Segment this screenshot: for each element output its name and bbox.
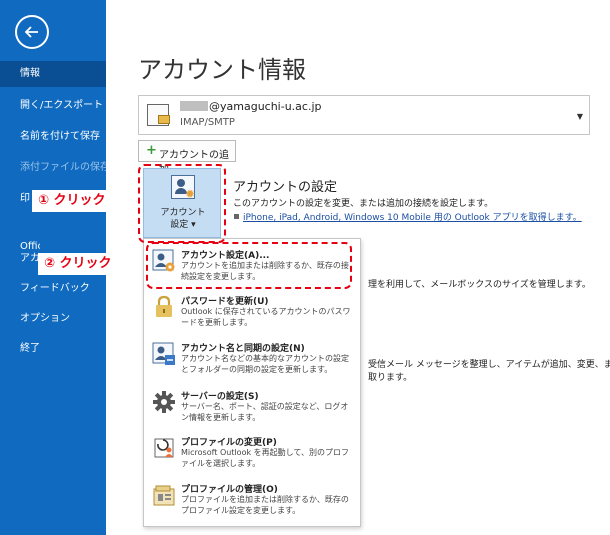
sidebar-item-info[interactable]: 情報	[0, 61, 106, 87]
menu-item-update-password[interactable]: パスワードを更新(U) Outlook に保存されているアカウントのパスワードを…	[144, 291, 360, 335]
sidebar-item-open-export[interactable]: 開く/エクスポート	[0, 93, 106, 119]
account-email: @yamaguchi-u.ac.jp	[180, 100, 322, 113]
back-arrow-icon	[24, 26, 38, 38]
plus-icon: +	[146, 143, 157, 158]
menu-item-description: Microsoft Outlook を再起動して、別のプロファイルを選択します。	[181, 448, 349, 468]
menu-item-account-sync[interactable]: アカウント名と同期の設定(N) アカウント名などの基本的なアカウントの設定とフォ…	[144, 338, 360, 382]
profile-manage-icon	[153, 485, 175, 506]
account-sync-icon	[152, 342, 175, 365]
sidebar-item-save-as[interactable]: 名前を付けて保存	[0, 124, 106, 150]
outlook-app-link[interactable]: iPhone, iPad, Android, Windows 10 Mobile…	[234, 210, 582, 223]
section-title: アカウントの設定	[233, 180, 338, 195]
account-card-icon	[147, 104, 170, 126]
annotation-step2-label: ② クリック	[38, 253, 118, 275]
sidebar-item-save-attachments: 添付ファイルの保存	[20, 162, 106, 173]
annotation-step1-label: ① クリック	[32, 190, 112, 212]
chevron-down-icon: ▼	[576, 112, 583, 121]
menu-item-description: アカウント名などの基本的なアカウントの設定とフォルダーの同期の設定を更新します。	[181, 354, 349, 374]
page-title: アカウント情報	[138, 56, 306, 84]
rules-description-line1: 受信メール メッセージを整理し、アイテムが追加、変更、また	[368, 360, 610, 370]
annotation-highlight-step1	[138, 164, 226, 243]
add-account-button[interactable]: + アカウントの追加	[138, 140, 236, 176]
menu-item-server-settings[interactable]: サーバーの設定(S) サーバー名、ポート、認証の設定など、ログオン情報を更新しま…	[144, 386, 360, 430]
sidebar-item-exit[interactable]: 終了	[0, 336, 106, 362]
menu-item-manage-profiles[interactable]: プロファイルの管理(O) プロファイルを追加または削除するか、既存のプロファイル…	[144, 479, 360, 523]
menu-item-change-profile[interactable]: プロファイルの変更(P) Microsoft Outlook を再起動して、別の…	[144, 432, 360, 476]
account-type: IMAP/SMTP	[180, 117, 235, 128]
gear-icon	[153, 391, 175, 413]
email-redaction	[180, 101, 208, 111]
rules-description-line2: 取ります。	[368, 373, 413, 383]
back-button[interactable]	[15, 15, 49, 49]
annotation-highlight-step2	[146, 242, 352, 289]
account-selector[interactable]: @yamaguchi-u.ac.jp IMAP/SMTP ▼	[138, 95, 590, 135]
menu-item-description: プロファイルを追加または削除するか、既存のプロファイル設定を変更します。	[181, 495, 349, 515]
menu-item-description: Outlook に保存されているアカウントのパスワードを更新します。	[181, 307, 351, 327]
mailbox-description: 理を利用して、メールボックスのサイズを管理します。	[368, 280, 591, 290]
profile-change-icon	[154, 438, 174, 458]
lock-icon	[156, 295, 172, 317]
section-description: このアカウントの設定を変更、または追加の接続を設定します。	[233, 199, 494, 209]
sidebar-item-feedback[interactable]: フィードバック	[0, 276, 106, 302]
menu-item-description: サーバー名、ポート、認証の設定など、ログオン情報を更新します。	[181, 402, 349, 422]
sidebar-item-options[interactable]: オプション	[0, 306, 106, 332]
sidebar-item-office-account[interactable]: Office アカ	[0, 239, 40, 267]
